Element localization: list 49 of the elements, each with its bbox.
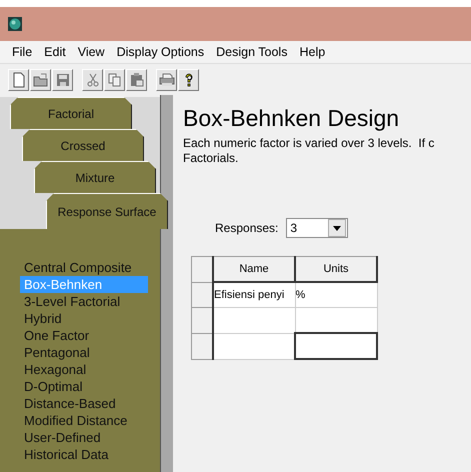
menu-item[interactable]: File (6, 45, 38, 59)
design-type-item[interactable]: Modified Distance (20, 412, 148, 429)
design-type-item[interactable]: 3-Level Factorial (20, 293, 148, 310)
folder-icon (32, 72, 48, 88)
row-header (192, 333, 213, 359)
design-type-item[interactable]: Box-Behnken (20, 276, 148, 293)
cut-button[interactable] (82, 68, 103, 90)
design-type-item[interactable]: Historical Data (20, 446, 148, 463)
column-header: Units (295, 256, 377, 282)
open-button[interactable] (30, 68, 51, 90)
row-header (192, 308, 213, 333)
design-tab[interactable]: Response Surface (46, 193, 168, 229)
menu-item[interactable]: Help (293, 45, 332, 59)
responses-label: Responses: (215, 221, 278, 235)
table-cell[interactable] (295, 333, 377, 359)
menu-item[interactable]: View (72, 45, 111, 59)
design-tab[interactable]: Mixture (34, 161, 156, 193)
printer-icon (158, 72, 174, 88)
menu-item[interactable]: Edit (38, 45, 72, 59)
save-button[interactable] (52, 68, 73, 90)
design-type-item[interactable]: One Factor (20, 327, 148, 344)
page-icon (10, 72, 26, 88)
copy-button[interactable] (104, 68, 125, 90)
new-button[interactable] (8, 68, 29, 90)
pages-icon (106, 72, 122, 88)
design-tab[interactable]: Factorial (10, 97, 132, 129)
table-cell[interactable]: % (295, 282, 377, 308)
design-tab[interactable]: Crossed (22, 129, 144, 161)
design-type-item[interactable]: Hybrid (20, 310, 148, 327)
print-button[interactable] (156, 68, 177, 90)
design-type-item[interactable]: Distance-Based (20, 395, 148, 412)
paste-button[interactable] (126, 68, 147, 90)
design-description: Each numeric factor is varied over 3 levels. If c Factorials. (183, 136, 436, 166)
help-button[interactable] (178, 68, 199, 90)
design-heading: Box-Behnken Design (183, 105, 400, 132)
design-type-item[interactable]: Central Composite (20, 259, 148, 276)
design-type-item[interactable]: Pentagonal (20, 344, 148, 361)
clipboard-icon (128, 72, 144, 88)
design-type-item[interactable]: User-Defined (20, 429, 148, 446)
menu-item[interactable]: Design Tools (210, 45, 294, 59)
table-cell[interactable]: Efisiensi penyi (213, 282, 295, 308)
design-type-item[interactable]: D-Optimal (20, 378, 148, 395)
dropdown-arrow-icon (333, 226, 342, 230)
column-header: Name (213, 256, 295, 282)
menu-item[interactable]: Display Options (110, 45, 210, 59)
design-type-item[interactable]: Hexagonal (20, 361, 148, 378)
app-icon (8, 17, 22, 31)
scissors-icon (84, 72, 100, 88)
responses-dropdown[interactable]: 3 (286, 218, 348, 238)
